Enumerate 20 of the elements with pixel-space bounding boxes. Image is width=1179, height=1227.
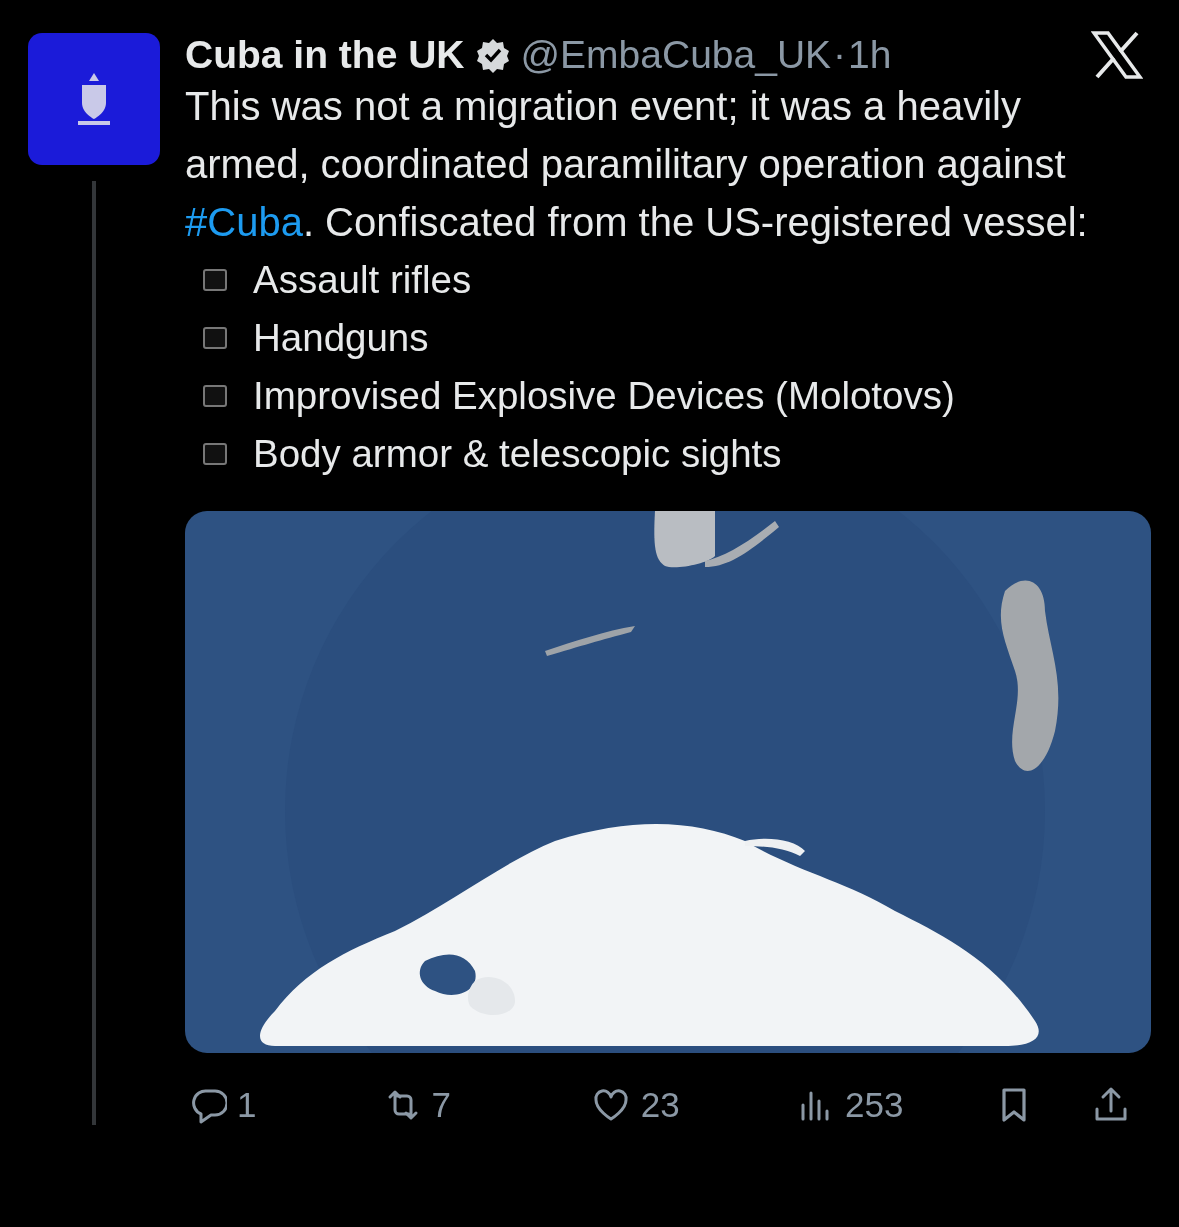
separator-dot: ·: [833, 33, 847, 77]
post-text: This was not a migration event; it was a heavily armed, coordinated paramilitary operation against #Cuba. Confiscated from the US-registered vessel:: [185, 83, 1089, 246]
bullet-icon: [203, 443, 227, 465]
logo-icon[interactable]: [1091, 31, 1143, 79]
list-item: Improvised Explosive Devices (Molotovs): [253, 373, 955, 419]
avatar[interactable]: [28, 33, 160, 165]
bullet-icon: [203, 385, 227, 407]
bullet-icon: [203, 269, 227, 291]
author-name[interactable]: Cuba in the UK: [185, 33, 465, 77]
list-item: Body armor & telescopic sights: [253, 431, 782, 477]
hashtag-link[interactable]: #Cuba: [185, 200, 303, 244]
post-time[interactable]: 1h: [848, 33, 892, 77]
bullet-icon: [203, 327, 227, 349]
like-button[interactable]: 23: [590, 1085, 680, 1125]
repost-button[interactable]: 7: [381, 1085, 451, 1125]
reply-button[interactable]: 1: [187, 1085, 257, 1125]
list-item: Assault rifles: [253, 257, 472, 303]
views-button[interactable]: 253: [795, 1085, 904, 1125]
list-item: Handguns: [253, 315, 429, 361]
author-handle[interactable]: @EmbaCuba_UK: [520, 33, 832, 77]
